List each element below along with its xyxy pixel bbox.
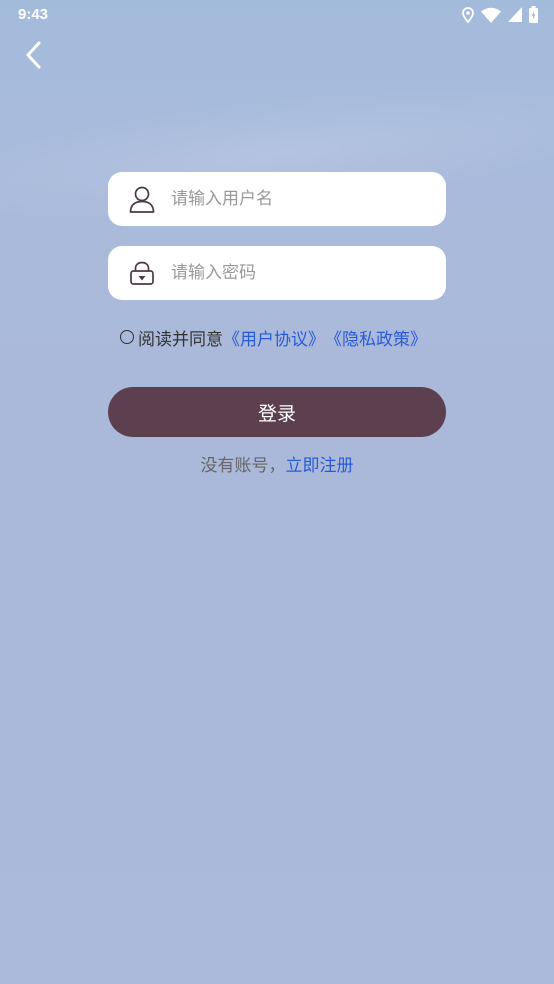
agreement-checkbox[interactable] xyxy=(120,330,134,344)
password-input[interactable] xyxy=(171,263,411,283)
agreement-prefix: 阅读并同意 xyxy=(138,329,223,350)
username-field[interactable] xyxy=(108,172,446,226)
user-agreement-link[interactable]: 《用户协议》 xyxy=(223,325,325,350)
agreement-row: 阅读并同意 《用户协议》 《隐私政策》 xyxy=(120,325,427,350)
lock-icon xyxy=(127,258,157,288)
register-prompt: 没有账号， xyxy=(200,456,286,476)
register-row: 没有账号，立即注册 xyxy=(0,451,554,476)
battery-charging-icon xyxy=(529,6,538,23)
status-icons xyxy=(462,6,538,23)
wifi-icon xyxy=(481,7,501,23)
back-button[interactable] xyxy=(18,40,50,74)
privacy-policy-link[interactable]: 《隐私政策》 xyxy=(325,325,427,350)
user-icon xyxy=(127,184,157,214)
status-bar: 9:43 xyxy=(0,0,554,30)
signal-icon xyxy=(508,7,522,22)
status-time: 9:43 xyxy=(18,6,49,23)
login-button[interactable]: 登录 xyxy=(108,387,446,437)
password-field[interactable] xyxy=(108,246,446,300)
chevron-left-icon xyxy=(25,41,43,73)
register-link[interactable]: 立即注册 xyxy=(286,456,354,476)
username-input[interactable] xyxy=(171,189,411,209)
location-icon xyxy=(462,6,474,23)
